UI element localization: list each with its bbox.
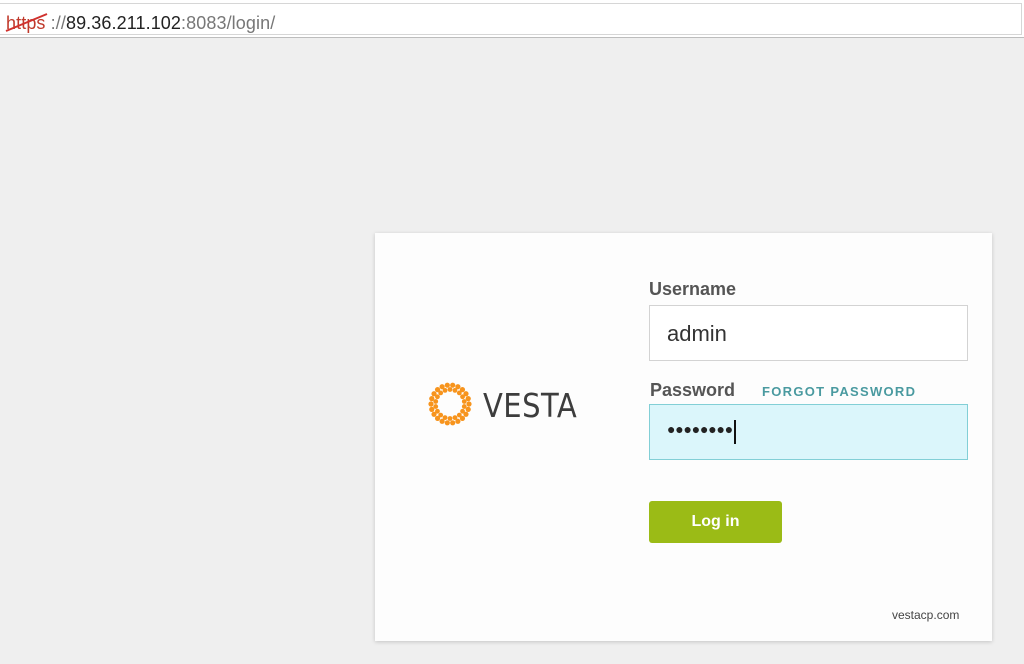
- logo-dot: [435, 394, 440, 400]
- brand-logo: VESTA: [427, 379, 577, 429]
- vestacp-link[interactable]: vestacp.com: [892, 608, 959, 622]
- strikethrough-icon: [5, 13, 48, 32]
- logo-dot: [444, 420, 450, 426]
- logo-dot: [461, 399, 467, 404]
- logo-dot: [452, 387, 458, 393]
- forgot-password-link[interactable]: FORGOT PASSWORD: [762, 384, 916, 399]
- username-input[interactable]: admin: [649, 305, 968, 361]
- logo-dot: [428, 401, 434, 407]
- vesta-logo-icon: [428, 382, 472, 426]
- url-path: :8083/login/: [181, 13, 276, 33]
- logo-dot: [466, 401, 472, 407]
- password-mask: ●●●●●●●●: [667, 421, 734, 437]
- url-text[interactable]: https ://89.36.211.102:8083/login/: [5, 13, 276, 34]
- logo-dot: [433, 399, 439, 404]
- password-input[interactable]: ●●●●●●●●: [649, 404, 968, 460]
- insecure-scheme: https: [5, 13, 51, 33]
- logo-dot: [456, 390, 462, 396]
- logo-dot: [444, 382, 450, 388]
- logo-dot: [460, 408, 465, 414]
- logo-dot: [452, 415, 458, 421]
- logo-dot: [450, 420, 456, 426]
- logo-dot: [438, 390, 444, 396]
- browser-address-bar: https ://89.36.211.102:8083/login/: [0, 0, 1024, 38]
- logo-dot: [460, 394, 465, 400]
- logo-dot: [450, 382, 456, 388]
- logo-dot: [456, 412, 462, 418]
- username-value: admin: [667, 321, 727, 346]
- logo-dot: [435, 408, 440, 414]
- login-button[interactable]: Log in: [649, 501, 782, 543]
- logo-dot: [447, 387, 453, 392]
- logo-dot: [447, 416, 453, 421]
- brand-name: VESTA: [483, 386, 578, 425]
- username-label: Username: [649, 279, 737, 299]
- logo-dot: [442, 387, 448, 393]
- logo-dot: [433, 404, 439, 409]
- logo-dot: [438, 412, 444, 418]
- logo-dot: [461, 404, 467, 409]
- password-label: Password: [650, 380, 736, 400]
- logo-dot: [442, 415, 448, 421]
- url-separator: ://: [50, 13, 66, 33]
- text-caret: [734, 420, 736, 444]
- url-field[interactable]: https ://89.36.211.102:8083/login/: [0, 3, 1022, 35]
- login-card: VESTA Username admin Password FORGOT PAS…: [375, 233, 992, 641]
- url-host: 89.36.211.102: [65, 13, 182, 33]
